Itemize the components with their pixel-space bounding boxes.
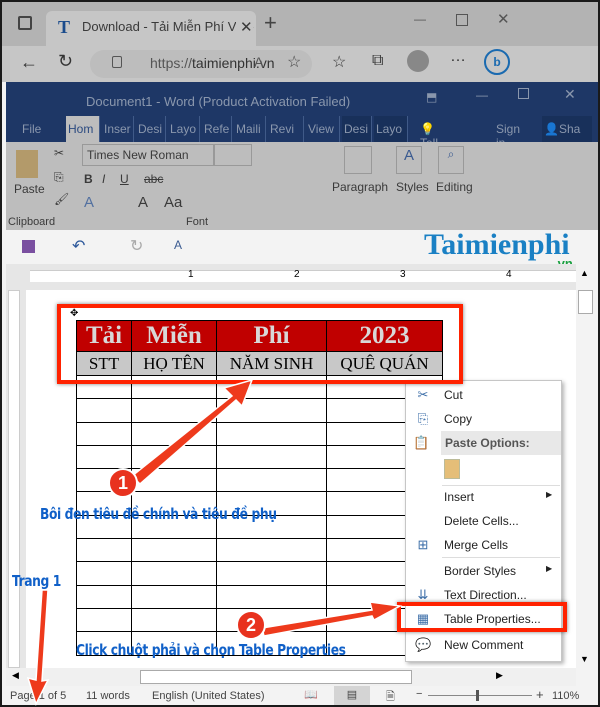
arrow-step2 [261,601,403,637]
step1-caption: Bôi đen tiêu đề chính và tiêu đề phụ [40,505,277,523]
arrow-page [26,589,50,707]
step2-caption: Click chuột phải và chọn Table Propertie… [76,641,346,659]
step1-badge: 1 [108,468,138,498]
arrow-step1 [130,378,254,486]
step2-badge: 2 [236,610,266,640]
page-caption: Trang 1 [12,572,61,590]
annotation-arrows [26,378,403,707]
